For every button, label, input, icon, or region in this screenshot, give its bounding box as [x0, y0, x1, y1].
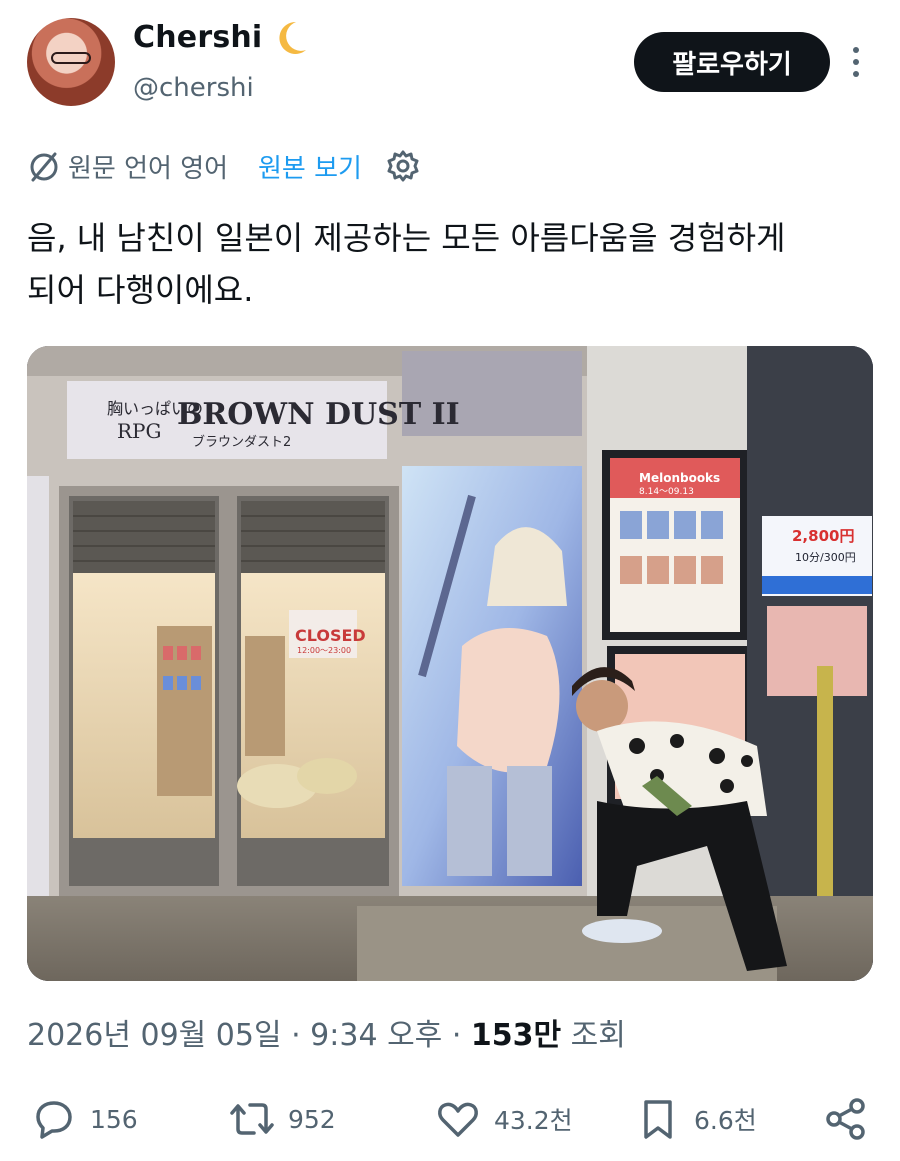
- repost-count: 952: [288, 1104, 336, 1134]
- reply-button[interactable]: 156: [30, 1094, 138, 1144]
- poster-dates-text: 8.14〜09.13: [639, 487, 694, 497]
- like-button[interactable]: 43.2천: [434, 1094, 573, 1144]
- translation-link-icon: [30, 152, 58, 182]
- avatar[interactable]: [27, 18, 115, 106]
- datetime-text[interactable]: 2026년 09월 05일 · 9:34 오후 ·: [27, 1018, 471, 1053]
- repost-icon: [230, 1103, 274, 1135]
- closed-hours-text: 12:00〜23:00: [297, 646, 351, 655]
- repost-button[interactable]: 952: [228, 1094, 336, 1144]
- share-icon: [826, 1098, 865, 1140]
- tweet-photo[interactable]: 胸いっぱいの RPG BROWN DUST II ブラウンダスト2 CLOSED…: [27, 346, 873, 981]
- avatar-glasses: [51, 52, 91, 64]
- view-original-link[interactable]: 원본 보기: [258, 148, 362, 185]
- display-name[interactable]: Chershi: [133, 20, 262, 55]
- closed-sign-text: CLOSED: [295, 626, 366, 645]
- sign-rpg-text: RPG: [117, 419, 162, 443]
- follow-button[interactable]: 팔로우하기: [634, 32, 830, 92]
- reply-icon: [36, 1101, 72, 1139]
- storefront-photo-illustration: 胸いっぱいの RPG BROWN DUST II ブラウンダスト2 CLOSED…: [27, 346, 873, 981]
- crescent-moon-icon: [279, 21, 306, 54]
- translation-label: 원문 언어 영어: [68, 154, 229, 184]
- sign-kana-text: ブラウンダスト2: [192, 434, 291, 450]
- poster-brand-text: Melonbooks: [639, 471, 720, 485]
- like-count: 43.2천: [494, 1106, 573, 1135]
- bookmark-icon: [644, 1100, 672, 1139]
- price-text: 2,800円: [792, 527, 854, 545]
- reply-count: 156: [90, 1104, 138, 1134]
- bookmark-count: 6.6천: [694, 1106, 757, 1135]
- tweet-timestamp: 2026년 09월 05일 · 9:34 오후 · 153만 조회: [27, 1010, 626, 1054]
- user-handle[interactable]: @chershi: [133, 73, 254, 103]
- sign-title-text: BROWN DUST II: [177, 397, 460, 432]
- gear-icon[interactable]: [386, 149, 420, 183]
- tweet-text: 음, 내 남친이 일본이 제공하는 모든 아름다움을 경험하게 되어 다행이에요…: [27, 219, 786, 309]
- view-count-label: 조회: [561, 1018, 626, 1053]
- bookmark-button[interactable]: 6.6천: [634, 1094, 757, 1144]
- view-count: 153만: [470, 1018, 562, 1053]
- more-options-icon[interactable]: [846, 44, 866, 80]
- share-button[interactable]: [822, 1094, 870, 1144]
- heart-icon: [438, 1102, 478, 1137]
- price-sub-text: 10分/300円: [795, 551, 856, 564]
